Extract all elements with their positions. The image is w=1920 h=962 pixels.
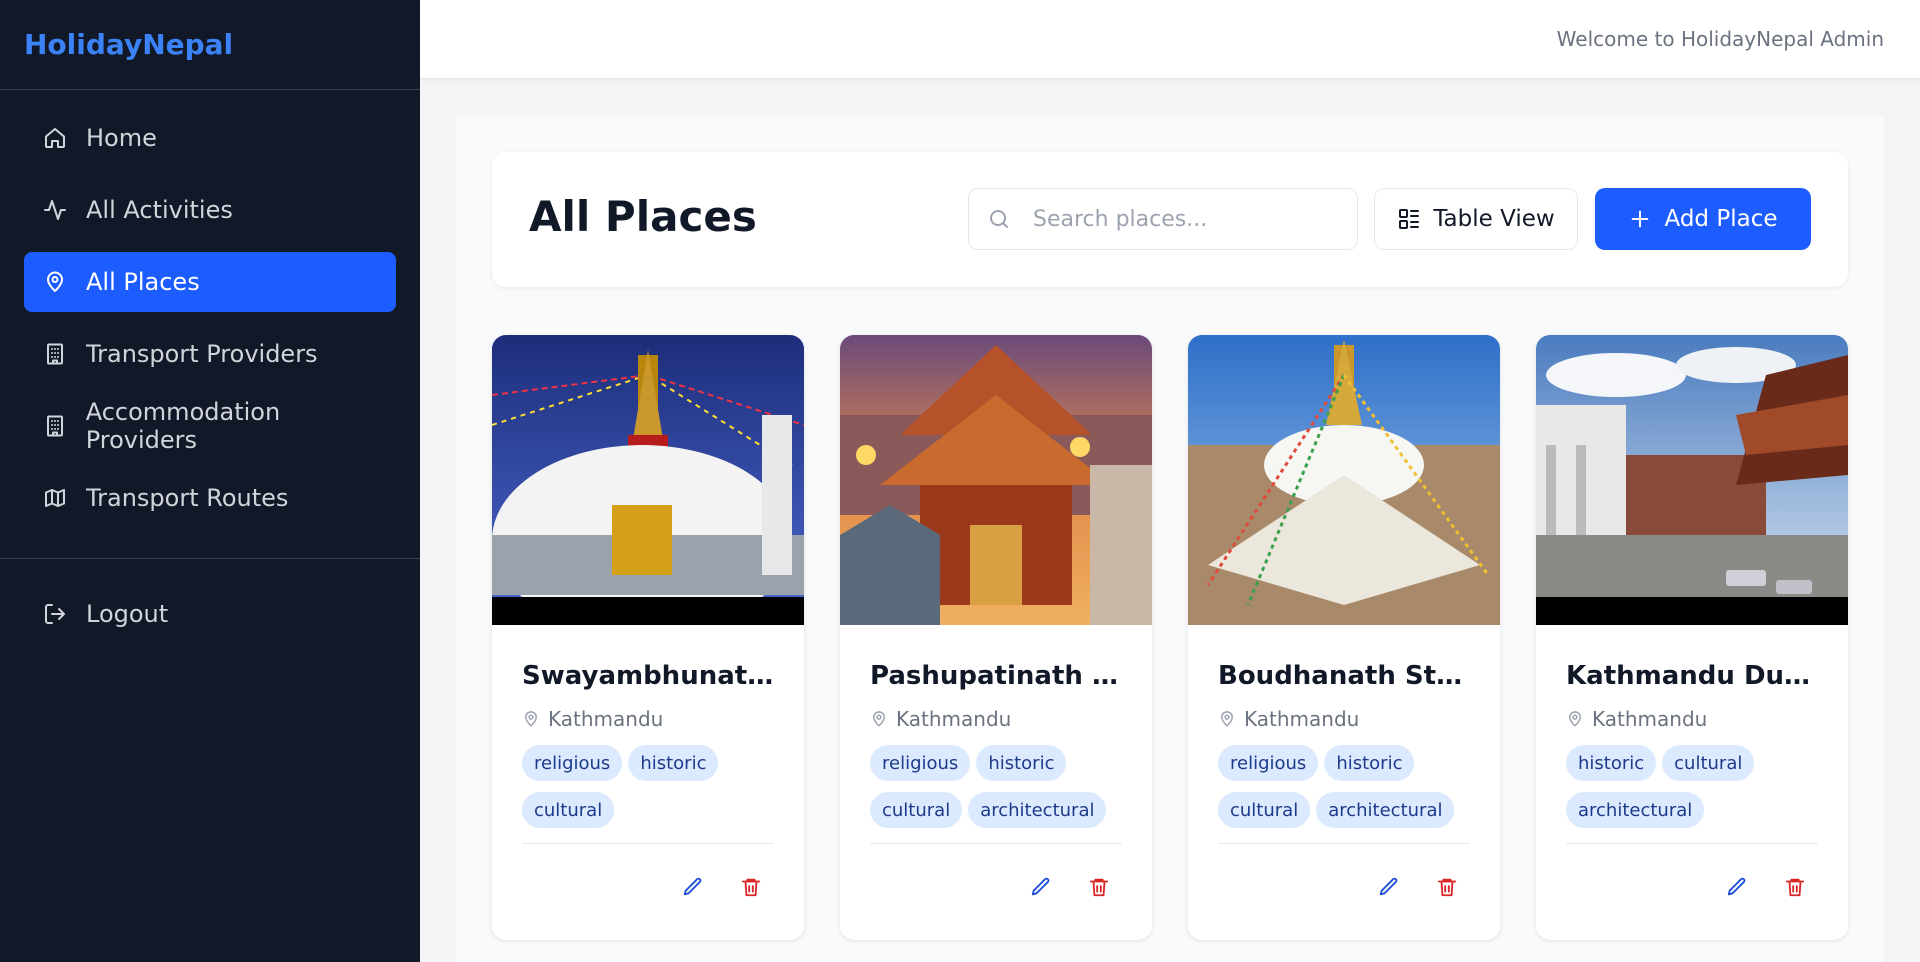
card-divider — [522, 843, 774, 844]
table-view-label: Table View — [1433, 206, 1555, 232]
map-pin-icon — [522, 710, 540, 728]
sidebar-divider — [0, 558, 420, 559]
place-location-text: Kathmandu — [548, 707, 664, 731]
place-card: Pashupatinath Te... Kathmandu religious … — [840, 335, 1152, 940]
place-location: Kathmandu — [1566, 707, 1818, 731]
place-tags: religious historic cultural — [522, 745, 774, 831]
place-card: Swayambhunath ... Kathmandu religious hi… — [492, 335, 804, 940]
tag-chip: cultural — [522, 792, 615, 828]
sidebar-item-label: Transport Providers — [86, 340, 318, 368]
card-divider — [1218, 843, 1470, 844]
place-location-text: Kathmandu — [1244, 707, 1360, 731]
table-view-icon — [1397, 207, 1421, 231]
card-actions — [1030, 876, 1112, 900]
sidebar-item-transport-providers[interactable]: Transport Providers — [24, 324, 396, 384]
page-title: All Places — [529, 192, 757, 241]
sidebar-item-label: All Activities — [86, 196, 233, 224]
logout-label: Logout — [86, 600, 169, 628]
place-location: Kathmandu — [522, 707, 774, 731]
places-grid: Swayambhunath ... Kathmandu religious hi… — [492, 335, 1848, 940]
place-name: Kathmandu Durb... — [1566, 661, 1818, 691]
welcome-text: Welcome to HolidayNepal Admin — [1556, 27, 1884, 51]
search-icon — [987, 205, 1015, 233]
map-pin-icon — [870, 710, 888, 728]
add-place-button[interactable]: Add Place — [1595, 188, 1811, 250]
tag-chip: cultural — [1662, 745, 1755, 781]
delete-icon[interactable] — [1436, 876, 1460, 900]
tag-chip: architectural — [1566, 792, 1705, 828]
card-divider — [1566, 843, 1818, 844]
sidebar-item-label: Accommodation Providers — [85, 398, 281, 454]
place-name: Boudhanath Stupa — [1218, 661, 1470, 691]
activity-icon — [42, 197, 68, 223]
sidebar-item-accommodation-providers[interactable]: Accommodation Providers — [24, 396, 396, 456]
place-card: Kathmandu Durb... Kathmandu historic cul… — [1536, 335, 1848, 940]
search-input[interactable] — [1033, 206, 1333, 232]
tag-chip: religious — [522, 745, 623, 781]
sidebar: HolidayNepal Home All Activities All Pla… — [0, 0, 420, 962]
edit-icon[interactable] — [682, 876, 706, 900]
logout-button[interactable]: Logout — [24, 584, 396, 644]
tag-chip: religious — [870, 745, 971, 781]
place-image[interactable] — [840, 335, 1152, 625]
logout-icon — [42, 601, 68, 627]
place-tags: religious historic cultural architectura… — [1218, 745, 1470, 831]
place-tags: historic cultural architectural — [1566, 745, 1818, 831]
place-card: Boudhanath Stupa Kathmandu religious his… — [1188, 335, 1500, 940]
place-location-text: Kathmandu — [1592, 707, 1708, 731]
edit-icon[interactable] — [1378, 876, 1402, 900]
building-icon — [42, 341, 68, 367]
edit-icon[interactable] — [1726, 876, 1750, 900]
place-name: Pashupatinath Te... — [870, 661, 1122, 691]
sidebar-nav: Home All Activities All Places Transport… — [0, 90, 420, 558]
sidebar-item-label: Home — [86, 124, 157, 152]
card-actions — [1726, 876, 1808, 900]
tag-chip: historic — [628, 745, 719, 781]
map-pin-icon — [42, 269, 68, 295]
place-image[interactable] — [1188, 335, 1500, 625]
delete-icon[interactable] — [1784, 876, 1808, 900]
home-icon — [42, 125, 68, 151]
tag-chip: cultural — [1218, 792, 1311, 828]
place-name: Swayambhunath ... — [522, 661, 774, 691]
sidebar-item-label: All Places — [86, 268, 200, 296]
tag-chip: religious — [1218, 745, 1319, 781]
tag-chip: architectural — [1316, 792, 1455, 828]
card-divider — [870, 843, 1122, 844]
place-image[interactable] — [1536, 335, 1848, 625]
map-icon — [42, 485, 68, 511]
building-icon — [42, 413, 68, 439]
map-pin-icon — [1566, 710, 1584, 728]
delete-icon[interactable] — [740, 876, 764, 900]
plus-icon — [1629, 208, 1651, 230]
place-tags: religious historic cultural architectura… — [870, 745, 1122, 831]
place-location-text: Kathmandu — [896, 707, 1012, 731]
tag-chip: cultural — [870, 792, 963, 828]
edit-icon[interactable] — [1030, 876, 1054, 900]
sidebar-item-all-activities[interactable]: All Activities — [24, 180, 396, 240]
card-actions — [1378, 876, 1460, 900]
tag-chip: historic — [976, 745, 1067, 781]
place-location: Kathmandu — [1218, 707, 1470, 731]
card-actions — [682, 876, 764, 900]
tag-chip: historic — [1566, 745, 1657, 781]
map-pin-icon — [1218, 710, 1236, 728]
page-header: All Places Table View Add Place — [492, 152, 1848, 287]
brand-logo[interactable]: HolidayNepal — [0, 0, 420, 90]
sidebar-item-all-places[interactable]: All Places — [24, 252, 396, 312]
sidebar-item-home[interactable]: Home — [24, 108, 396, 168]
tag-chip: historic — [1324, 745, 1415, 781]
place-location: Kathmandu — [870, 707, 1122, 731]
delete-icon[interactable] — [1088, 876, 1112, 900]
sidebar-item-label: Transport Routes — [86, 484, 289, 512]
place-image[interactable] — [492, 335, 804, 625]
add-place-label: Add Place — [1664, 206, 1778, 232]
sidebar-item-transport-routes[interactable]: Transport Routes — [24, 468, 396, 528]
table-view-button[interactable]: Table View — [1374, 188, 1578, 250]
top-bar: Welcome to HolidayNepal Admin — [420, 0, 1920, 79]
tag-chip: architectural — [968, 792, 1107, 828]
search-box[interactable] — [968, 188, 1358, 250]
